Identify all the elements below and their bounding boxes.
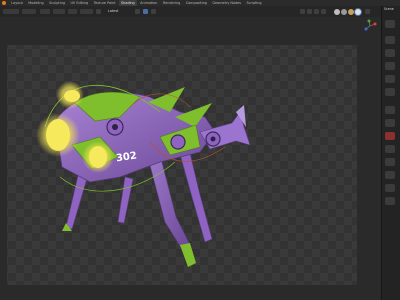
overlay-icon[interactable] xyxy=(314,9,319,14)
header-title: Latest xyxy=(108,9,119,13)
viewport-render: 302 xyxy=(7,45,357,285)
properties-title: Scene xyxy=(384,7,394,11)
global-orientation-icon[interactable] xyxy=(96,9,101,14)
navigation-gizmo-icon[interactable] xyxy=(363,19,377,33)
add-menu[interactable] xyxy=(68,9,77,14)
proportional-edit-icon[interactable] xyxy=(151,9,156,14)
robot-joint-rear xyxy=(170,134,186,150)
view-layer-icon[interactable] xyxy=(385,62,395,70)
modifier-icon[interactable] xyxy=(385,119,395,127)
material-icon[interactable] xyxy=(385,184,395,192)
constraints-icon[interactable] xyxy=(385,158,395,166)
view-menu[interactable] xyxy=(40,9,50,14)
object-mode-menu[interactable] xyxy=(22,9,36,14)
gizmo-toggle-icon[interactable] xyxy=(307,9,312,14)
glow-light-main xyxy=(46,119,70,151)
render-icon[interactable] xyxy=(385,36,395,44)
xray-icon[interactable] xyxy=(321,9,326,14)
shading-rendered-icon[interactable] xyxy=(355,8,361,15)
3d-viewport[interactable]: 302 xyxy=(0,17,381,300)
robot-joint-front-core xyxy=(112,124,118,130)
select-menu[interactable] xyxy=(53,9,65,14)
texture-icon[interactable] xyxy=(385,197,395,205)
scene-icon[interactable] xyxy=(385,75,395,83)
glow-light-bottom xyxy=(89,146,107,168)
shading-wireframe-icon[interactable] xyxy=(334,8,340,15)
robot-joint-tail-core xyxy=(210,136,216,142)
shading-options-icon[interactable] xyxy=(365,9,370,14)
blender-logo-icon[interactable] xyxy=(2,1,6,5)
object-icon[interactable] xyxy=(385,106,395,114)
tool-icon[interactable] xyxy=(385,20,395,28)
data-icon[interactable] xyxy=(385,171,395,179)
shading-solid-icon[interactable] xyxy=(341,8,347,15)
physics-icon[interactable] xyxy=(385,145,395,153)
pivot-icon[interactable] xyxy=(135,9,140,14)
particles-icon[interactable] xyxy=(385,132,395,140)
properties-panel: Scene xyxy=(381,6,400,300)
output-icon[interactable] xyxy=(385,49,395,57)
glow-light-top xyxy=(64,90,80,102)
viewport-header: Latest xyxy=(0,6,381,17)
editor-type-menu[interactable] xyxy=(3,9,19,14)
shading-material-icon[interactable] xyxy=(348,8,354,15)
snap-icon[interactable] xyxy=(143,9,148,14)
visibility-icon[interactable] xyxy=(300,9,305,14)
object-menu[interactable] xyxy=(80,9,93,14)
world-icon[interactable] xyxy=(385,88,395,96)
